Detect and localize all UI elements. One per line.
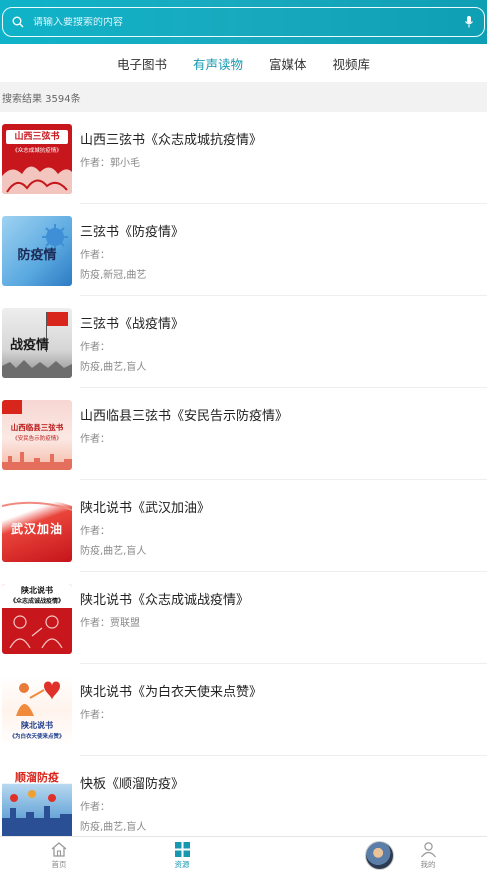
tab-video-library[interactable]: 视频库 — [320, 54, 384, 73]
cover-subtitle: 《为白衣天使来点赞》 — [9, 734, 65, 740]
item-title: 三弦书《战疫情》 — [80, 317, 185, 332]
nav-mine[interactable]: 我的 — [408, 840, 448, 870]
result-count: 搜索结果 3594条 — [0, 82, 487, 112]
tab-audiobooks[interactable]: 有声读物 — [180, 54, 256, 73]
cover-title: 顺溜防疫 — [15, 771, 59, 784]
nav-mine-label: 我的 — [420, 860, 436, 869]
cover-title: 山西三弦书 — [14, 132, 60, 142]
nav-resources-label: 资源 — [174, 860, 190, 869]
list-item[interactable]: 防疫情 三弦书《防疫情》 作者： 防疫,新冠,曲艺 — [0, 204, 487, 296]
item-author: 作者： — [80, 434, 110, 445]
search-input[interactable] — [33, 16, 462, 28]
home-icon — [39, 840, 79, 859]
list-item[interactable]: 山西临县三弦书 《安民告示防疫情》 山西临县三弦书《安民告示防疫情》 作者： — [0, 388, 487, 480]
cover-title: 防疫情 — [17, 248, 57, 263]
item-author: 作者： — [80, 526, 110, 537]
cover-title: 陕北说书 — [21, 585, 53, 595]
list-item[interactable]: 顺溜防疫 快板《顺溜防疫》 作者： 防疫,曲艺,盲人 — [0, 756, 487, 836]
cover-image: 陕北说书 《为白衣天使来点赞》 — [2, 676, 72, 746]
item-title: 陕北说书《众志成诚战疫情》 — [80, 593, 250, 608]
item-author: 作者： — [80, 342, 110, 353]
cover-title: 战疫情 — [10, 338, 50, 353]
cover-title: 陕北说书 — [21, 720, 53, 730]
search-box[interactable] — [2, 7, 485, 37]
grid-icon — [162, 840, 202, 859]
item-author: 作者： — [80, 250, 110, 261]
cover-title: 武汉加油 — [10, 522, 63, 536]
item-author: 作者：郭小毛 — [80, 158, 140, 169]
item-tags: 防疫,曲艺,盲人 — [80, 362, 147, 373]
tab-rich-media[interactable]: 富媒体 — [256, 54, 320, 73]
cover-image: 战疫情 — [2, 308, 72, 378]
item-tags: 防疫,曲艺,盲人 — [80, 546, 147, 557]
bottom-nav: 首页 资源 我的 — [0, 836, 487, 871]
item-title: 三弦书《防疫情》 — [80, 225, 185, 240]
cover-subtitle: 《众志成城抗疫情》 — [12, 148, 62, 154]
playing-audio-avatar[interactable] — [365, 841, 394, 870]
list-item[interactable]: 武汉加油 陕北说书《武汉加油》 作者： 防疫,曲艺,盲人 — [0, 480, 487, 572]
nav-resources[interactable]: 资源 — [162, 840, 202, 870]
item-title: 陕北说书《为白衣天使来点赞》 — [80, 685, 263, 700]
item-tags: 防疫,新冠,曲艺 — [80, 270, 147, 281]
cover-image: 防疫情 — [2, 216, 72, 286]
list-item[interactable]: 山西三弦书 《众志成城抗疫情》 山西三弦书《众志成城抗疫情》 作者：郭小毛 — [0, 112, 487, 204]
cover-image: 顺溜防疫 — [2, 768, 72, 836]
result-list: 山西三弦书 《众志成城抗疫情》 山西三弦书《众志成城抗疫情》 作者：郭小毛 防疫… — [0, 112, 487, 836]
header-bar — [0, 0, 487, 44]
item-title: 快板《顺溜防疫》 — [80, 777, 185, 792]
item-title: 山西三弦书《众志成城抗疫情》 — [80, 133, 263, 148]
nav-home-label: 首页 — [51, 860, 67, 869]
item-title: 山西临县三弦书《安民告示防疫情》 — [80, 409, 289, 424]
nav-home[interactable]: 首页 — [39, 840, 79, 870]
list-item[interactable]: 陕北说书 《为白衣天使来点赞》 陕北说书《为白衣天使来点赞》 作者： — [0, 664, 487, 756]
list-item[interactable]: 战疫情 三弦书《战疫情》 作者： 防疫,曲艺,盲人 — [0, 296, 487, 388]
item-author: 作者：贾联盟 — [80, 618, 140, 629]
item-author: 作者： — [80, 710, 110, 721]
cover-image: 山西三弦书 《众志成城抗疫情》 — [2, 124, 72, 194]
item-author: 作者： — [80, 802, 110, 813]
cover-subtitle: 《安民告示防疫情》 — [12, 436, 62, 442]
cover-title: 山西临县三弦书 — [10, 423, 64, 432]
list-item[interactable]: 陕北说书 《众志成诚战疫情》 陕北说书《众志成诚战疫情》 作者：贾联盟 — [0, 572, 487, 664]
search-icon — [11, 15, 25, 29]
cover-subtitle: 《众志成诚战疫情》 — [9, 598, 64, 605]
cover-image: 陕北说书 《众志成诚战疫情》 — [2, 584, 72, 654]
tab-ebooks[interactable]: 电子图书 — [104, 54, 180, 73]
item-title: 陕北说书《武汉加油》 — [80, 501, 211, 516]
item-tags: 防疫,曲艺,盲人 — [80, 822, 147, 833]
microphone-icon[interactable] — [462, 15, 476, 29]
category-tabs: 电子图书 有声读物 富媒体 视频库 — [0, 44, 487, 82]
cover-image: 武汉加油 — [2, 492, 72, 562]
user-icon — [408, 840, 448, 859]
cover-image: 山西临县三弦书 《安民告示防疫情》 — [2, 400, 72, 470]
